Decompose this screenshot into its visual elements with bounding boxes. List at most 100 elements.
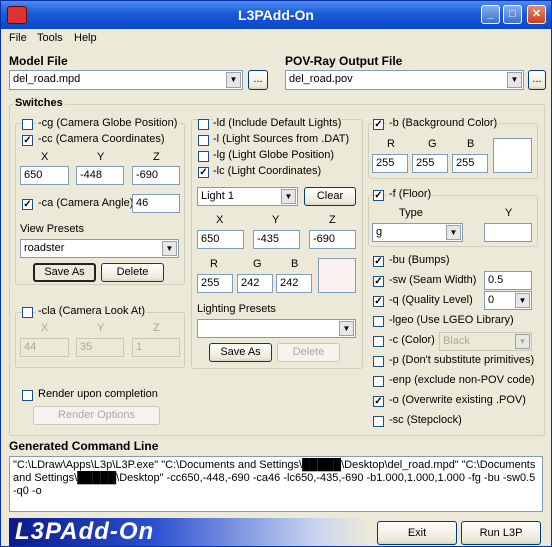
exit-button[interactable]: Exit [377, 521, 457, 545]
cc-label: -cc (Camera Coordinates) [38, 133, 165, 145]
c-combo[interactable]: Black ▼ [439, 332, 532, 351]
run-l3p-button[interactable]: Run L3P [461, 521, 541, 545]
lg-checkbox[interactable] [198, 151, 209, 162]
menu-help[interactable]: Help [74, 32, 97, 44]
lighting-save-as-button[interactable]: Save As [209, 343, 272, 362]
view-presets-value: roadster [24, 242, 65, 254]
bg-b-input[interactable]: 255 [452, 154, 488, 173]
light-z-label: Z [329, 214, 336, 226]
lighting-delete-button[interactable]: Delete [277, 343, 340, 362]
floor-label: -f (Floor) [387, 188, 434, 200]
cla-y-input[interactable]: 35 [76, 338, 124, 357]
bg-color-swatch[interactable] [493, 138, 532, 173]
bg-checkbox[interactable]: ✓ [373, 119, 384, 130]
cla-z-label: Z [153, 322, 160, 334]
command-line-text[interactable]: "C:\LDraw\Apps\L3p\L3P.exe" "C:\Document… [9, 456, 543, 512]
light-x-label: X [216, 214, 224, 226]
light-select-combo[interactable]: Light 1 ▼ [197, 187, 298, 206]
cc-x-label: X [41, 151, 49, 163]
light-g-input[interactable]: 242 [237, 274, 273, 293]
view-delete-button[interactable]: Delete [101, 263, 164, 282]
chevron-down-icon[interactable]: ▼ [281, 189, 296, 204]
cc-y-input[interactable]: -448 [76, 166, 124, 185]
chevron-down-icon[interactable]: ▼ [226, 72, 241, 88]
light-b-label: B [291, 258, 299, 270]
floor-checkbox[interactable]: ✓ [373, 190, 384, 201]
chevron-down-icon[interactable]: ▼ [515, 334, 530, 349]
lighting-presets-combo[interactable]: ▼ [197, 319, 356, 338]
view-presets-combo[interactable]: roadster ▼ [20, 239, 179, 258]
menu-tools[interactable]: Tools [37, 32, 63, 44]
chevron-down-icon[interactable]: ▼ [162, 241, 177, 256]
q-checkbox[interactable]: ✓ [373, 296, 384, 307]
l-checkbox[interactable] [198, 135, 209, 146]
light-clear-button[interactable]: Clear [304, 187, 356, 206]
ca-input[interactable]: 46 [132, 194, 180, 213]
c-checkbox[interactable] [373, 336, 384, 347]
view-save-as-button[interactable]: Save As [33, 263, 96, 282]
model-file-combo[interactable]: del_road.mpd ▼ [9, 70, 243, 90]
p-label: -p (Don't substitute primitives) [389, 354, 535, 366]
light-x-input[interactable]: 650 [197, 230, 244, 249]
sw-input[interactable]: 0.5 [484, 271, 532, 290]
menu-file[interactable]: File [9, 32, 27, 44]
chevron-down-icon[interactable]: ▼ [339, 321, 354, 336]
lc-checkbox[interactable]: ✓ [198, 167, 209, 178]
cc-z-input[interactable]: -690 [132, 166, 180, 185]
light-y-input[interactable]: -435 [253, 230, 300, 249]
close-button[interactable]: ✕ [527, 5, 546, 24]
sw-checkbox[interactable]: ✓ [373, 276, 384, 287]
bu-checkbox[interactable]: ✓ [373, 256, 384, 267]
q-combo[interactable]: 0 ▼ [484, 291, 532, 310]
cc-checkbox[interactable]: ✓ [22, 135, 33, 146]
cg-checkbox[interactable] [22, 119, 33, 130]
render-options-button[interactable]: Render Options [33, 406, 160, 425]
cla-z-input[interactable]: 1 [132, 338, 180, 357]
chevron-down-icon[interactable]: ▼ [507, 72, 522, 88]
c-label: -c (Color) [389, 334, 435, 346]
floor-type-value: g [376, 226, 383, 238]
pov-file-combo[interactable]: del_road.pov ▼ [285, 70, 524, 90]
render-checkbox[interactable] [22, 390, 33, 401]
model-file-browse-button[interactable]: ... [248, 70, 268, 90]
bg-b-label: B [467, 138, 475, 150]
p-checkbox[interactable] [373, 356, 384, 367]
light-z-input[interactable]: -690 [309, 230, 356, 249]
cla-checkbox[interactable] [22, 307, 33, 318]
light-r-input[interactable]: 255 [197, 274, 233, 293]
bg-r-input[interactable]: 255 [372, 154, 408, 173]
switches-title: Switches [13, 97, 65, 109]
maximize-button[interactable]: □ [503, 5, 522, 24]
enp-checkbox[interactable] [373, 376, 384, 387]
cla-x-input[interactable]: 44 [20, 338, 69, 357]
chevron-down-icon[interactable]: ▼ [446, 225, 461, 240]
view-presets-label: View Presets [20, 223, 84, 235]
bg-g-label: G [428, 138, 437, 150]
light-y-label: Y [272, 214, 280, 226]
light-color-swatch[interactable] [318, 258, 356, 293]
lighting-presets-label: Lighting Presets [197, 303, 276, 315]
sc-checkbox[interactable] [373, 416, 384, 427]
title-bar: L3PAdd-On _ □ ✕ [1, 1, 551, 29]
bu-label: -bu (Bumps) [389, 254, 450, 266]
ld-checkbox[interactable] [198, 119, 209, 130]
o-label: -o (Overwrite existing .POV) [389, 394, 526, 406]
minimize-button[interactable]: _ [481, 5, 500, 24]
floor-y-label: Y [505, 207, 513, 219]
bg-g-input[interactable]: 255 [412, 154, 448, 173]
chevron-down-icon[interactable]: ▼ [515, 293, 530, 308]
lgeo-checkbox[interactable] [373, 316, 384, 327]
o-checkbox[interactable]: ✓ [373, 396, 384, 407]
light-b-input[interactable]: 242 [276, 274, 312, 293]
lgeo-label: -lgeo (Use LGEO Library) [389, 314, 514, 326]
floor-type-combo[interactable]: g ▼ [372, 223, 463, 242]
ca-label: -ca (Camera Angle) [38, 197, 134, 209]
floor-y-input[interactable] [484, 223, 532, 242]
sc-label: -sc (Stepclock) [389, 414, 462, 426]
ca-checkbox[interactable]: ✓ [22, 199, 33, 210]
main-window: L3PAdd-On _ □ ✕ File Tools Help Model Fi… [0, 0, 552, 547]
cc-y-label: Y [97, 151, 105, 163]
pov-file-browse-button[interactable]: ... [528, 70, 546, 90]
cc-x-input[interactable]: 650 [20, 166, 69, 185]
cla-label: -cla (Camera Look At) [36, 305, 147, 317]
